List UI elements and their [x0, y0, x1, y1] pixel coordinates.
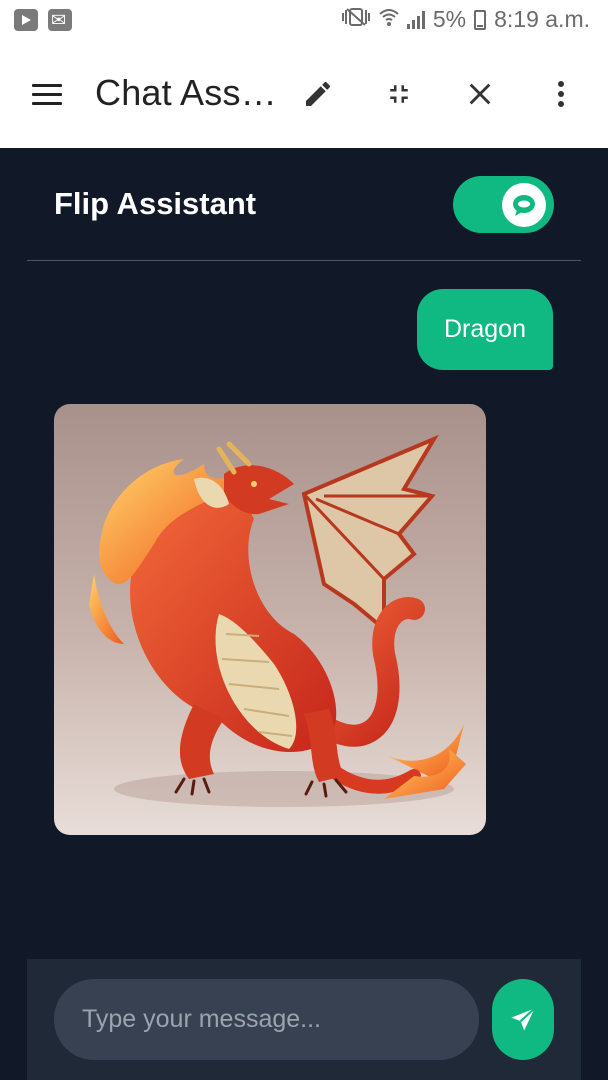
toggle-knob [502, 183, 546, 227]
mail-notification-icon [48, 9, 72, 31]
chat-bubble-icon [513, 195, 535, 216]
dragon-illustration [89, 434, 466, 807]
battery-icon [474, 9, 487, 30]
user-message-bubble: Dragon [417, 289, 553, 370]
system-icons: 5% 8:19 a.m. [341, 6, 590, 33]
clock: 8:19 a.m. [494, 6, 590, 32]
dragon-image[interactable] [54, 404, 486, 835]
minimize-icon [390, 85, 408, 103]
message-composer [27, 959, 581, 1080]
send-button[interactable] [492, 979, 554, 1060]
app-bar: Chat Ass… [0, 42, 608, 148]
edit-pencil-icon [306, 81, 331, 106]
more-options-button[interactable] [539, 72, 583, 116]
wifi-icon [379, 6, 399, 33]
assistant-toggle[interactable] [453, 176, 554, 233]
status-bar: 5% 8:19 a.m. [0, 0, 608, 42]
close-icon [469, 83, 491, 105]
battery-percent: 5% [432, 6, 467, 32]
assistant-header: Flip Assistant [27, 148, 581, 261]
menu-icon [32, 84, 62, 87]
close-button[interactable] [458, 72, 502, 116]
send-icon [511, 1007, 536, 1030]
notification-icons [14, 9, 72, 31]
cell-signal-icon [406, 10, 425, 29]
menu-button[interactable] [32, 84, 62, 106]
vibrate-mute-icon [341, 7, 371, 33]
more-vert-icon [558, 81, 564, 107]
assistant-title: Flip Assistant [54, 186, 257, 221]
minimize-button[interactable] [377, 72, 421, 116]
edit-button[interactable] [296, 72, 340, 116]
app-title: Chat Ass… [95, 72, 277, 113]
youtube-notification-icon [14, 9, 38, 31]
message-input[interactable] [54, 979, 479, 1060]
